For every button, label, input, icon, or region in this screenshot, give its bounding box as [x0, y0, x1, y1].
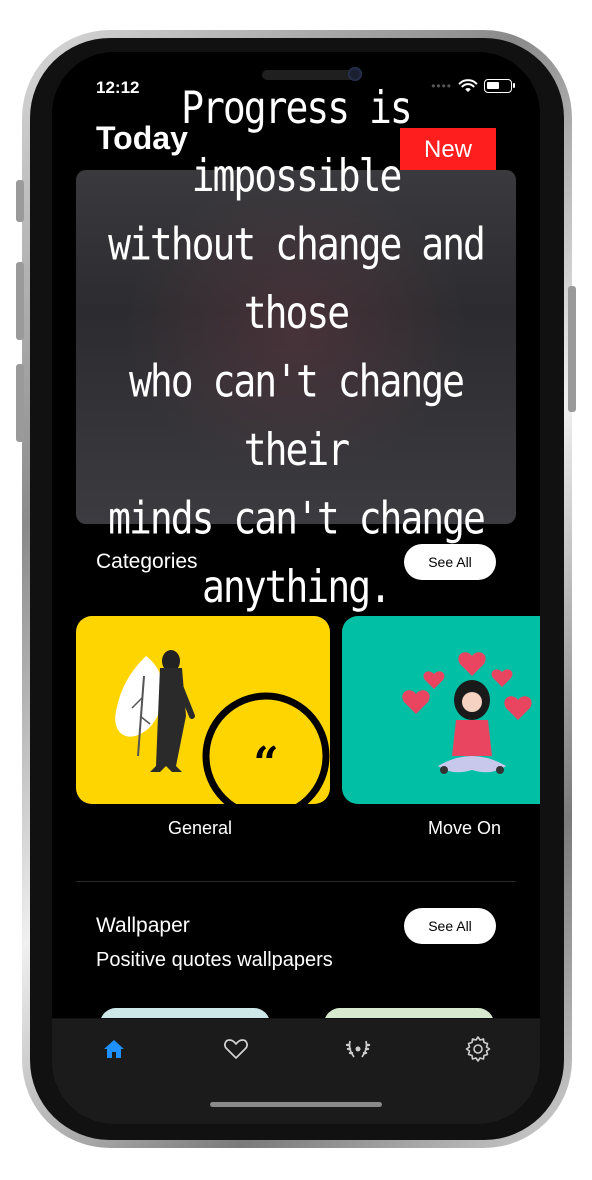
- mute-switch: [16, 180, 24, 222]
- volume-down-button: [16, 364, 24, 442]
- heart-icon: [224, 1039, 248, 1059]
- wallpaper-subtitle: Positive quotes wallpapers: [96, 949, 333, 971]
- quote-mark-icon: “: [253, 738, 278, 789]
- categories-title: Categories: [96, 550, 198, 573]
- tab-home[interactable]: [100, 1035, 128, 1063]
- home-indicator[interactable]: [210, 1102, 382, 1107]
- tab-settings[interactable]: [464, 1035, 492, 1063]
- home-icon: [104, 1040, 124, 1058]
- move-on-illustration: [402, 652, 532, 774]
- wallpaper-see-all-button[interactable]: See All: [404, 908, 496, 944]
- tab-favorites[interactable]: [222, 1035, 250, 1063]
- screen: 12:12 •••• Today New Progress is impossi…: [52, 52, 540, 1124]
- quote-card[interactable]: Progress is impossible without change an…: [76, 82, 516, 613]
- category-label-general: General: [168, 818, 233, 838]
- gear-icon: [465, 1036, 491, 1062]
- category-card-general[interactable]: “: [76, 616, 330, 804]
- category-label-move-on: Move On: [428, 818, 502, 838]
- laurel-icon: [345, 1040, 371, 1058]
- volume-up-button: [16, 262, 24, 340]
- general-illustration: “: [115, 650, 330, 804]
- power-button: [568, 286, 576, 412]
- quote-line: without change and those: [108, 218, 486, 339]
- quote-line: minds can't change: [108, 492, 486, 545]
- tab-laurel[interactable]: [344, 1035, 372, 1063]
- quote-text: Progress is impossible without change an…: [88, 73, 504, 621]
- quote-line: Progress is impossible: [181, 81, 413, 202]
- categories-see-all-button[interactable]: See All: [404, 544, 496, 580]
- category-card-move-on[interactable]: [342, 616, 540, 804]
- section-divider: [76, 881, 516, 882]
- quote-line: who can't change their: [128, 355, 465, 476]
- wallpaper-title: Wallpaper: [96, 914, 190, 937]
- tab-bar: [52, 1018, 540, 1124]
